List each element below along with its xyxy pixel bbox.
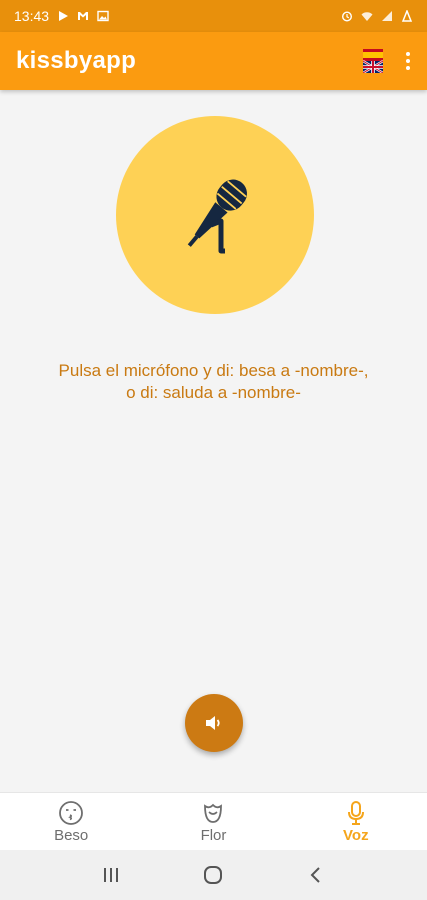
app-bar: kissbyapp [0, 32, 427, 90]
microphone-icon [347, 801, 364, 825]
speaker-fab-button[interactable] [185, 694, 243, 752]
bottom-navigation: Beso Flor Voz [0, 792, 427, 851]
recents-icon [104, 868, 119, 882]
nav-label-voz: Voz [343, 827, 369, 844]
status-bar: 13:43 [0, 0, 427, 32]
microphone-icon [187, 179, 247, 254]
signal-icon [382, 11, 392, 21]
instruction-line-1: Pulsa el micrófono y di: besa a -nombre-… [58, 361, 369, 380]
kiss-face-icon [59, 801, 84, 825]
instruction-text: Pulsa el micrófono y di: besa a -nombre-… [0, 360, 427, 404]
play-store-icon [59, 11, 69, 21]
wifi-icon [361, 12, 373, 21]
nav-label-beso: Beso [54, 827, 89, 844]
status-right [341, 10, 413, 22]
back-icon [310, 867, 320, 883]
system-navigation-bar [0, 850, 427, 900]
home-icon [204, 866, 223, 884]
speaker-icon [206, 716, 220, 730]
more-vert-icon-dot [406, 59, 410, 63]
back-button[interactable] [301, 860, 331, 890]
app-actions [363, 49, 411, 73]
nav-item-voz[interactable]: Voz [285, 793, 427, 851]
nav-label-flor: Flor [200, 827, 227, 844]
battery-icon [401, 10, 413, 22]
status-time: 13:43 [14, 8, 50, 24]
home-button[interactable] [198, 860, 228, 890]
status-left: 13:43 [14, 8, 109, 24]
nav-item-flor[interactable]: Flor [142, 793, 284, 851]
recents-button[interactable] [96, 860, 126, 890]
instruction-line-2: o di: saluda a -nombre- [126, 383, 301, 402]
microphone-button[interactable] [116, 116, 314, 314]
rose-icon [204, 803, 223, 823]
gallery-icon [97, 10, 109, 22]
alarm-icon [341, 11, 353, 22]
language-flag-icon[interactable] [363, 49, 383, 73]
gmail-icon [78, 12, 89, 20]
more-vert-icon-dot [406, 66, 410, 70]
nav-item-beso[interactable]: Beso [0, 793, 142, 851]
more-options-button[interactable] [405, 52, 411, 70]
app-title: kissbyapp [16, 47, 137, 74]
more-vert-icon-dot [406, 52, 410, 56]
